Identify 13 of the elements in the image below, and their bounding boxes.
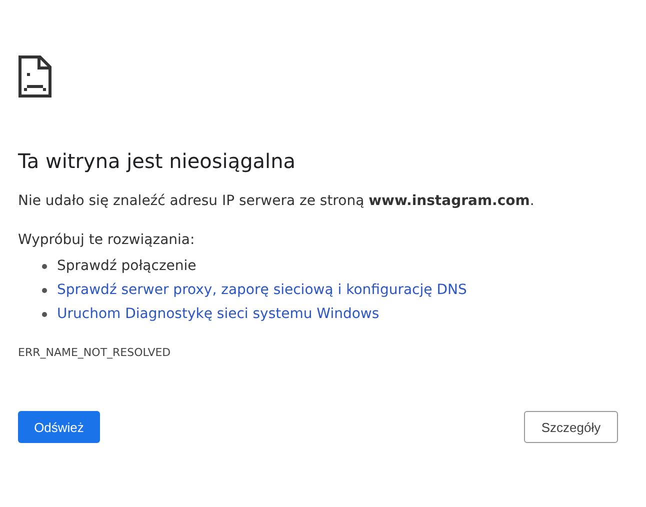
error-message: Nie udało się znaleźć adresu IP serwera ze stroną www.instagram.com. [18,192,536,211]
reload-button[interactable]: Odśwież [18,411,100,443]
details-button[interactable]: Szczegóły [524,411,618,443]
bullet-icon [42,264,47,268]
error-code: ERR_NAME_NOT_RESOLVED [18,346,172,359]
suggestion-text: Sprawdź połączenie [57,258,196,274]
suggestions-label: Wypróbuj te rozwiązania: [18,231,196,250]
page-heading: Ta witryna jest nieosiągalna [18,148,297,175]
suggestion-link[interactable]: Sprawdź serwer proxy, zaporę sieciową i konfigurację DNS [57,282,467,298]
suggestion-link[interactable]: Uruchom Diagnostykę sieci systemu Windows [57,306,380,322]
bullet-icon [42,288,47,292]
bullet-icon [42,312,47,316]
sad-page-icon [18,55,52,98]
